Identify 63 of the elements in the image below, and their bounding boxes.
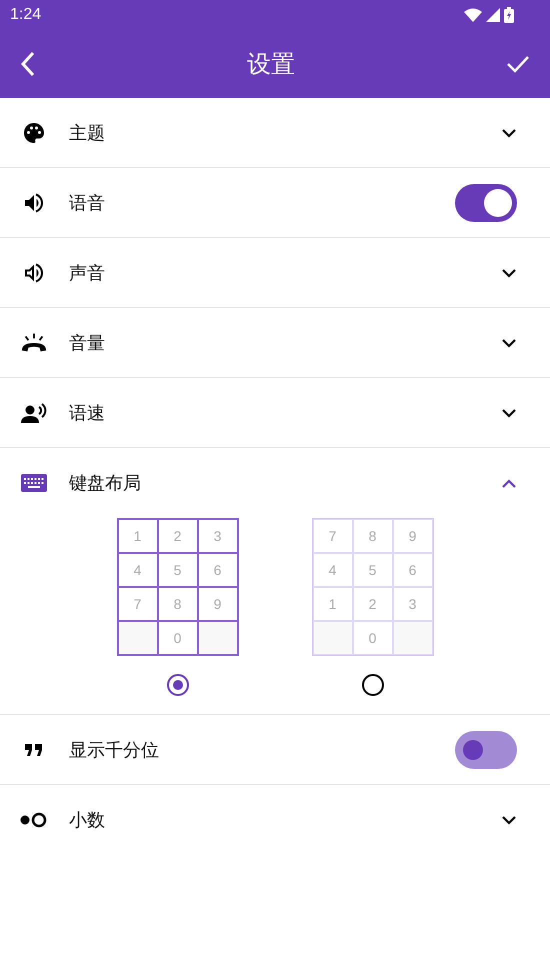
- signal-icon: [486, 8, 500, 22]
- chevron-icon[interactable]: [501, 814, 517, 824]
- blank-key: [198, 621, 238, 655]
- keypad-key: 9: [198, 587, 238, 621]
- blank-key: [118, 621, 158, 655]
- keypad-key: 5: [158, 553, 198, 587]
- setting-label: 显示千分位: [69, 738, 160, 762]
- chevron-icon[interactable]: [501, 478, 517, 488]
- blank-key: [392, 621, 432, 655]
- setting-row[interactable]: 语速: [0, 378, 550, 447]
- dot-circle-icon: [20, 812, 48, 828]
- setting-row[interactable]: 主题: [0, 98, 550, 167]
- setting-label: 主题: [69, 122, 106, 144]
- ringing-phone-icon: [20, 330, 48, 354]
- keyboard-icon: [21, 474, 47, 492]
- blank-key: [312, 621, 352, 655]
- setting-row[interactable]: 显示千分位: [0, 715, 550, 784]
- setting-label: 语音: [69, 192, 106, 214]
- keypad-key: 9: [392, 519, 432, 553]
- keypad-key: 2: [352, 587, 392, 621]
- speaker-icon: [22, 190, 46, 214]
- setting-row[interactable]: 音量: [0, 308, 550, 377]
- keypad-key: 4: [312, 553, 352, 587]
- radio-button[interactable]: [362, 674, 384, 696]
- keypad-key: 6: [392, 553, 432, 587]
- toggle-switch[interactable]: [455, 730, 517, 768]
- speaker-outline-icon: [22, 260, 46, 284]
- keypad-key: 1: [118, 519, 158, 553]
- keypad-key: 3: [392, 587, 432, 621]
- keypad-key: 1: [312, 587, 352, 621]
- setting-row[interactable]: 语音: [0, 168, 550, 237]
- radio-button[interactable]: [166, 674, 188, 696]
- chevron-icon[interactable]: [501, 128, 517, 138]
- keypad-key: 7: [312, 519, 352, 553]
- setting-label: 声音: [69, 262, 106, 284]
- keypad-key: 5: [352, 553, 392, 587]
- setting-row[interactable]: 小数: [0, 785, 550, 854]
- setting-label: 语速: [69, 402, 106, 424]
- keypad-key: 4: [118, 553, 158, 587]
- setting-row[interactable]: 声音: [0, 238, 550, 307]
- setting-row[interactable]: 键盘布局: [0, 448, 550, 517]
- chevron-icon[interactable]: [501, 408, 517, 418]
- status-time: 1:24: [10, 6, 42, 24]
- speaking-person-icon: [20, 400, 48, 424]
- keypad-key: 2: [158, 519, 198, 553]
- battery-icon: [504, 7, 514, 23]
- keypad-key: 0: [158, 621, 198, 655]
- chevron-icon[interactable]: [501, 338, 517, 348]
- keypad-key: 8: [158, 587, 198, 621]
- wifi-icon: [464, 8, 482, 22]
- keypad-key: 0: [352, 621, 392, 655]
- toggle-switch[interactable]: [455, 184, 517, 222]
- keypad-key: 3: [198, 519, 238, 553]
- keypad-key: 6: [198, 553, 238, 587]
- keypad-key: 8: [352, 519, 392, 553]
- toolbar-title: 设置: [247, 49, 295, 80]
- setting-label: 音量: [69, 332, 106, 354]
- chevron-icon[interactable]: [501, 268, 517, 278]
- setting-label: 小数: [69, 808, 106, 832]
- setting-label: 键盘布局: [69, 472, 142, 494]
- palette-icon: [22, 120, 46, 144]
- quote-icon: [24, 742, 44, 756]
- keypad-key: 7: [118, 587, 158, 621]
